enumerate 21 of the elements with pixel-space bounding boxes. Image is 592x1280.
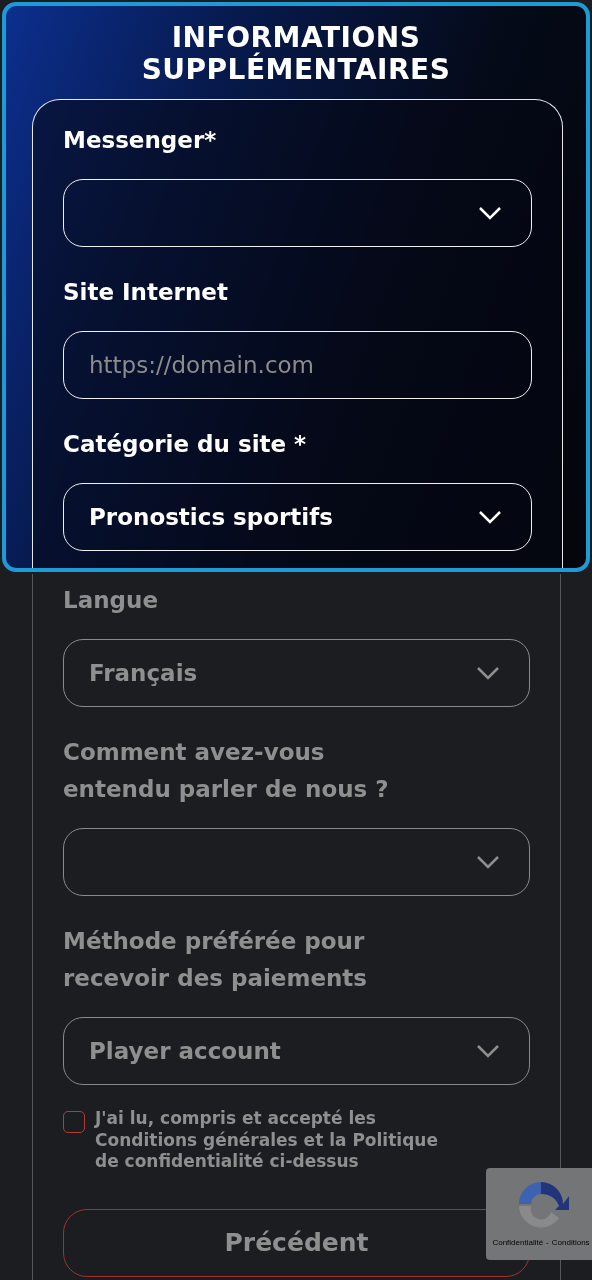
- url-field[interactable]: https://domain.com: [63, 331, 532, 399]
- field-label: Comment avez-vous entendu parler de nous ?: [63, 738, 390, 804]
- field-label: Messenger*: [63, 126, 218, 155]
- chevron-down-icon: [477, 205, 503, 221]
- consent-checkbox[interactable]: [63, 1111, 85, 1133]
- field-label: Catégorie du site *: [63, 430, 308, 459]
- field-label: Langue: [63, 586, 159, 615]
- section-title: INFORMATIONS SUPPLÉMENTAIRES: [140, 22, 452, 86]
- chevron-down-icon: [475, 854, 501, 870]
- separator-text: -: [546, 1238, 549, 1247]
- dropdown-field[interactable]: Player account: [63, 1017, 530, 1085]
- dropdown-field[interactable]: Pronostics sportifs: [63, 483, 532, 551]
- chevron-down-icon: [475, 665, 501, 681]
- field-label: Méthode préférée pour recevoir des paiements: [63, 927, 369, 993]
- field-label: Site Internet: [63, 278, 229, 307]
- chevron-down-icon: [475, 1043, 501, 1059]
- dropdown-field[interactable]: [63, 828, 530, 896]
- consent-text: J'ai lu, compris et accepté les Conditions générales et la Politique de confidentialité ci-dessus: [95, 1108, 439, 1173]
- dropdown-field[interactable]: Français: [63, 639, 530, 707]
- chevron-down-icon: [477, 509, 503, 525]
- terms-link[interactable]: Conditions: [551, 1238, 590, 1247]
